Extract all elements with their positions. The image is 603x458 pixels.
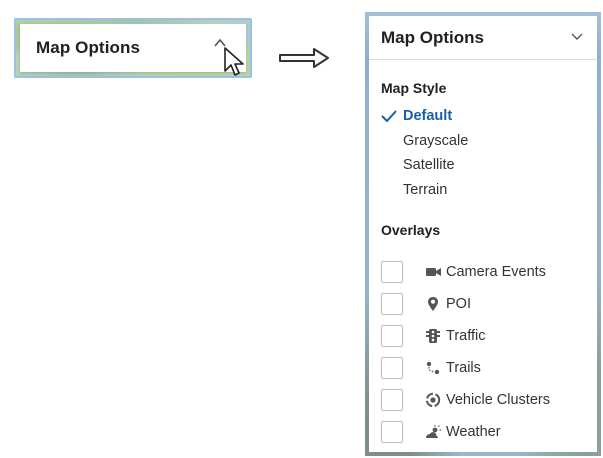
mouse-pointer-icon (224, 47, 244, 76)
overlays-list: Camera Events POI Traffic Trails Vehicle… (369, 256, 597, 448)
overlay-item-weather: Weather (369, 416, 597, 448)
map-style-label: Grayscale (403, 132, 469, 149)
overlay-label: Traffic (446, 328, 486, 344)
checkmark-icon (381, 110, 397, 122)
overlay-label: Trails (446, 360, 481, 376)
map-style-list: Default Grayscale Satellite Terrain (369, 104, 597, 202)
traffic-light-icon (426, 329, 440, 343)
cluster-icon (425, 392, 441, 408)
map-style-option-satellite[interactable]: Satellite (369, 153, 597, 178)
panel-title: Map Options (381, 27, 484, 47)
map-options-panel: Map Options Map Style Default Grayscale … (369, 16, 597, 452)
overlay-item-trails: Trails (369, 352, 597, 384)
map-style-label: Terrain (403, 181, 448, 198)
map-options-toggle-collapsed[interactable]: Map Options (20, 24, 246, 72)
overlay-label: POI (446, 296, 471, 312)
trail-route-icon (426, 361, 440, 375)
overlay-checkbox-vehicle-clusters[interactable] (381, 389, 403, 411)
overlay-label: Camera Events (446, 264, 546, 280)
overlay-label: Weather (446, 424, 501, 440)
map-style-option-terrain[interactable]: Terrain (369, 178, 597, 203)
overlay-checkbox-camera-events[interactable] (381, 261, 403, 283)
map-style-heading: Map Style (381, 80, 447, 96)
chevron-down-icon[interactable] (571, 33, 583, 41)
map-options-toggle-expanded[interactable]: Map Options (369, 16, 597, 60)
map-style-label: Default (403, 108, 453, 125)
overlay-label: Vehicle Clusters (446, 392, 550, 408)
overlay-checkbox-traffic[interactable] (381, 325, 403, 347)
overlay-item-poi: POI (369, 288, 597, 320)
overlay-checkbox-trails[interactable] (381, 357, 403, 379)
overlay-checkbox-weather[interactable] (381, 421, 403, 443)
right-arrow-icon (279, 48, 329, 68)
expanded-map-options-container: Map Options Map Style Default Grayscale … (365, 12, 601, 456)
collapsed-map-options-container: Map Options (14, 18, 252, 78)
overlay-item-vehicle-clusters: Vehicle Clusters (369, 384, 597, 416)
overlay-item-traffic: Traffic (369, 320, 597, 352)
overlay-item-camera-events: Camera Events (369, 256, 597, 288)
weather-icon (426, 425, 441, 438)
overlay-checkbox-poi[interactable] (381, 293, 403, 315)
map-pin-icon (428, 297, 438, 311)
map-style-option-default[interactable]: Default (369, 104, 597, 129)
video-camera-icon (426, 268, 441, 276)
map-style-option-grayscale[interactable]: Grayscale (369, 129, 597, 154)
overlays-heading: Overlays (381, 222, 441, 238)
map-style-label: Satellite (403, 157, 455, 174)
collapsed-title: Map Options (36, 38, 141, 57)
